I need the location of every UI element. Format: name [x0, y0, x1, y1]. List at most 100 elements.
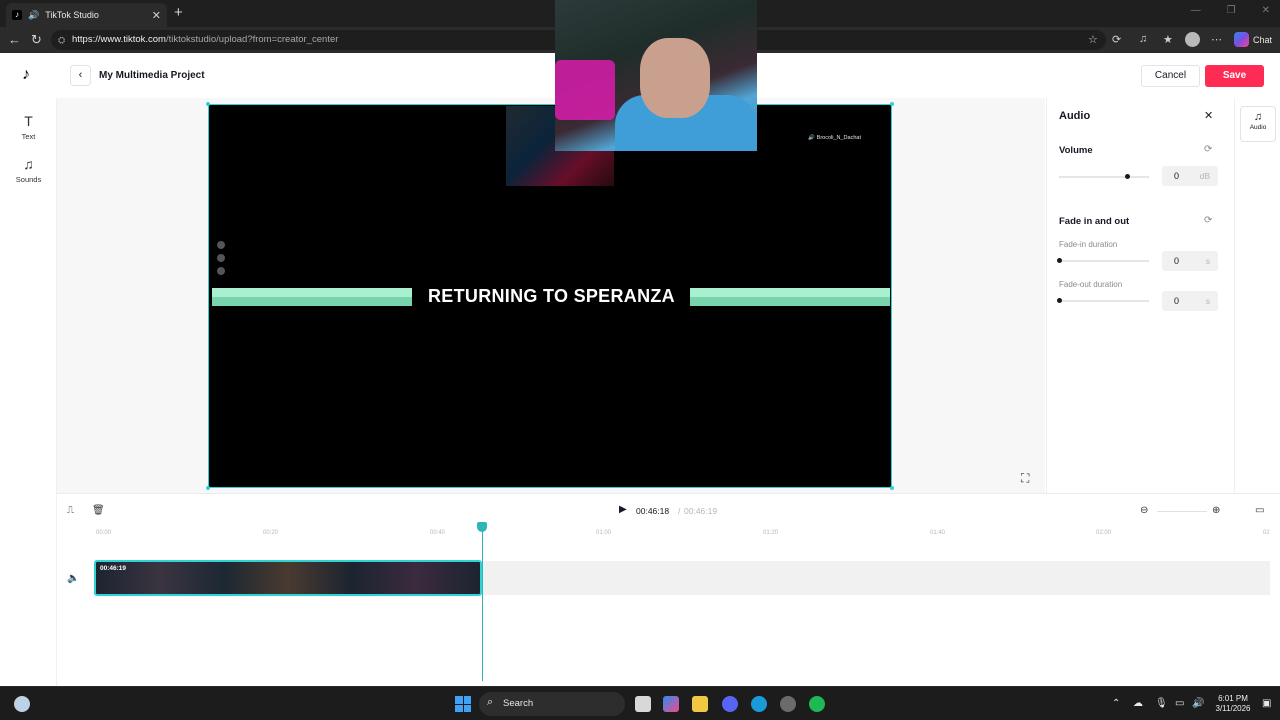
site-info-icon[interactable]: ⛭: [58, 30, 65, 50]
start-icon[interactable]: [455, 696, 471, 712]
volume-slider[interactable]: [1059, 174, 1149, 179]
profile-avatar[interactable]: [1185, 32, 1200, 47]
spotify-icon[interactable]: [809, 696, 825, 712]
ruler-label: 02:00: [1096, 530, 1112, 536]
fade-out-input[interactable]: 0 s: [1162, 291, 1218, 311]
clock-time: 6:01 PM: [1218, 694, 1248, 703]
cancel-button[interactable]: Cancel: [1141, 65, 1200, 87]
track-volume-icon[interactable]: 🔈: [67, 573, 79, 584]
refresh-icon[interactable]: ↻: [31, 32, 42, 48]
minimize-icon[interactable]: —: [1191, 5, 1201, 16]
current-time: 00:46:18: [636, 506, 670, 516]
more-options-icon[interactable]: ⋯: [1211, 33, 1222, 46]
task-view-icon[interactable]: [635, 696, 651, 712]
app-icon[interactable]: [780, 696, 796, 712]
sounds-tool[interactable]: ♫ Sounds: [0, 156, 57, 184]
banner-stripe-left: [212, 288, 412, 306]
copilot-app-icon[interactable]: [663, 696, 679, 712]
fade-in-slider-knob[interactable]: [1057, 258, 1062, 263]
tab-close-icon[interactable]: ✕: [152, 9, 161, 22]
search-icon: ⌕: [487, 696, 494, 708]
left-toolbar: T Text ♫ Sounds: [0, 98, 57, 686]
url-path: /tiktokstudio/upload?from=creator_center: [165, 34, 339, 45]
copilot-icon[interactable]: [1234, 32, 1249, 47]
network-icon[interactable]: ▭: [1175, 698, 1184, 709]
close-icon[interactable]: ✕: [1204, 109, 1213, 122]
fullscreen-icon[interactable]: ⛶: [1021, 471, 1029, 486]
tiktok-logo-icon[interactable]: ♪: [22, 66, 38, 84]
fade-in-slider[interactable]: [1057, 258, 1149, 263]
favorites-icon[interactable]: ★: [1163, 33, 1173, 46]
timeline: ⎍ 🗑 ▶ 00:46:18 / 00:46:19 ⊖ ⊕ ▭ 00:00 00…: [57, 493, 1280, 686]
ruler-label: 01:20: [763, 530, 779, 536]
clip-duration: 00:46:19: [100, 565, 127, 572]
microphone-icon[interactable]: 🎙: [1155, 698, 1168, 709]
maximize-icon[interactable]: ❐: [1227, 5, 1236, 16]
text-tool[interactable]: T Text: [0, 113, 57, 141]
fade-label: Fade in and out: [1059, 216, 1130, 227]
back-button[interactable]: ‹: [70, 65, 91, 86]
chat-label[interactable]: Chat: [1253, 35, 1272, 45]
fade-out-slider[interactable]: [1057, 298, 1149, 303]
audio-panel: Audio ✕ Volume ⟳ 0 dB Fade in and out ⟳ …: [1046, 98, 1234, 493]
resize-handle[interactable]: [890, 486, 894, 490]
cloud-icon[interactable]: ☁: [1133, 698, 1143, 709]
video-banner-text: RETURNING TO SPERANZA: [428, 286, 675, 306]
volume-icon[interactable]: 🔊: [1192, 698, 1204, 709]
right-toolbar: ♫ Audio: [1234, 98, 1280, 493]
file-explorer-icon[interactable]: [692, 696, 708, 712]
video-clip[interactable]: 00:46:19: [94, 560, 482, 596]
banner-stripe-right: [690, 288, 890, 306]
total-time: 00:46:19: [684, 506, 718, 516]
volume-input[interactable]: 0 dB: [1162, 166, 1218, 186]
fade-out-slider-knob[interactable]: [1057, 298, 1062, 303]
playhead-handle[interactable]: [477, 522, 487, 532]
project-title: My Multimedia Project: [99, 70, 205, 81]
audio-tool-label: Audio: [1249, 124, 1267, 131]
time-separator: /: [678, 506, 681, 516]
close-window-icon[interactable]: ✕: [1262, 5, 1270, 16]
save-button[interactable]: Save: [1205, 65, 1264, 87]
reset-fade-icon[interactable]: ⟳: [1204, 215, 1212, 226]
zoom-in-icon[interactable]: ⊕: [1212, 505, 1220, 516]
comment-icon[interactable]: ▭: [1255, 505, 1264, 516]
volume-label: Volume: [1059, 145, 1093, 156]
new-tab-icon[interactable]: +: [174, 4, 183, 21]
play-icon[interactable]: ▶: [619, 504, 627, 515]
clock[interactable]: 6:01 PM 3/11/2026: [1210, 694, 1256, 714]
resize-handle[interactable]: [206, 102, 210, 106]
zoom-slider[interactable]: [1157, 511, 1207, 512]
fade-in-label: Fade-in duration: [1059, 240, 1118, 249]
chevron-up-icon[interactable]: ⌃: [1112, 698, 1120, 709]
text-tool-label: Text: [21, 132, 36, 141]
audio-tool[interactable]: ♫ Audio: [1240, 106, 1276, 142]
ruler-label: 01:00: [596, 530, 612, 536]
delete-icon[interactable]: 🗑: [92, 505, 105, 516]
edge-icon[interactable]: [751, 696, 767, 712]
video-preview[interactable]: 🔊 Brocoli_N_Dachat RETURNING TO SPERANZA: [206, 102, 894, 490]
sounds-tool-label: Sounds: [15, 175, 42, 184]
clock-date: 3/11/2026: [1215, 704, 1251, 713]
discord-icon[interactable]: [722, 696, 738, 712]
notification-icon[interactable]: ▣: [1262, 698, 1271, 709]
weather-widget-icon[interactable]: [14, 696, 30, 712]
webcam-overlay: [555, 0, 757, 151]
taskbar-search[interactable]: ⌕ Search: [479, 692, 625, 716]
zoom-out-icon[interactable]: ⊖: [1140, 505, 1148, 516]
tab-title: TikTok Studio: [45, 10, 99, 20]
reading-icon[interactable]: ♫: [1139, 33, 1147, 45]
ruler-label: 01:40: [930, 530, 946, 536]
browser-tab[interactable]: ♪ 🔊 TikTok Studio ✕: [6, 3, 167, 27]
volume-slider-knob[interactable]: [1125, 174, 1130, 179]
music-note-icon: ♫: [23, 156, 34, 172]
windows-taskbar: ⌕ Search ⌃ ☁ 🎙 ▭ 🔊 6:01 PM 3/11/2026 ▣: [0, 686, 1280, 720]
fade-in-input[interactable]: 0 s: [1162, 251, 1218, 271]
split-icon[interactable]: ⎍: [67, 505, 74, 516]
reset-volume-icon[interactable]: ⟳: [1204, 144, 1212, 155]
back-arrow-icon[interactable]: ←: [8, 32, 21, 47]
favorite-star-icon[interactable]: ☆: [1088, 33, 1098, 46]
chat-overlay: [217, 241, 277, 281]
resize-handle[interactable]: [206, 486, 210, 490]
resize-handle[interactable]: [890, 102, 894, 106]
extensions-icon[interactable]: ⟳: [1112, 33, 1121, 46]
